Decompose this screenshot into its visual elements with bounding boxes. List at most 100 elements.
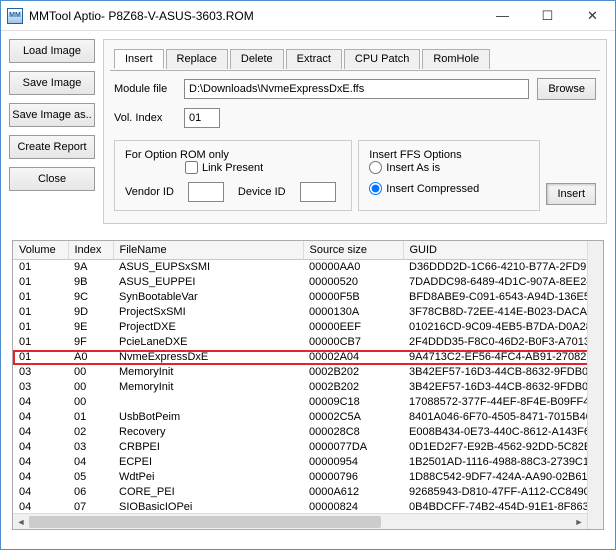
cell-guid: 1B2501AD-1116-4988-88C3-2739C1 (403, 455, 603, 470)
table-row[interactable]: 0409CpuS3Peim00001490C866BD71-7C79-4BF1-… (13, 530, 603, 531)
table-row[interactable]: 0404ECPEI000009541B2501AD-1116-4988-88C3… (13, 455, 603, 470)
cell-guid: 17088572-377F-44EF-8F4E-B09FF4 (403, 395, 603, 410)
maximize-button[interactable]: ☐ (525, 1, 570, 30)
cell-idx: 00 (68, 380, 113, 395)
cell-idx: A0 (68, 350, 113, 365)
col-source-size[interactable]: Source size (303, 241, 403, 260)
table-row[interactable]: 0406CORE_PEI0000A61292685943-D810-47FF-A… (13, 485, 603, 500)
table-row[interactable]: 019AASUS_EUPSxSMI00000AA0D36DDD2D-1C66-4… (13, 260, 603, 275)
device-id-label: Device ID (238, 186, 286, 198)
vol-index-input[interactable] (184, 108, 220, 128)
close-button[interactable]: Close (9, 167, 95, 191)
insert-compressed-radio[interactable] (369, 182, 382, 195)
cell-guid: 9A4713C2-EF56-4FC4-AB91-270825 (403, 350, 603, 365)
device-id-input[interactable] (300, 182, 336, 202)
cell-size: 00009C18 (303, 395, 403, 410)
table-row[interactable]: 01A0NvmeExpressDxE00002A049A4713C2-EF56-… (13, 350, 603, 365)
col-volume[interactable]: Volume (13, 241, 68, 260)
link-present-label: Link Present (202, 162, 263, 174)
vol-index-label: Vol. Index (114, 112, 176, 124)
app-icon: MM (7, 8, 23, 24)
cell-guid: BFD8ABE9-C091-6543-A94D-136E5 (403, 290, 603, 305)
table-row[interactable]: 0401UsbBotPeim00002C5A8401A046-6F70-4505… (13, 410, 603, 425)
col-guid[interactable]: GUID (403, 241, 603, 260)
table-row[interactable]: 0402Recovery000028C8E008B434-0E73-440C-8… (13, 425, 603, 440)
cell-size: 00002A04 (303, 350, 403, 365)
cell-file: CRBPEI (113, 440, 303, 455)
cell-idx: 06 (68, 485, 113, 500)
col-filename[interactable]: FileName (113, 241, 303, 260)
cell-file: SynBootableVar (113, 290, 303, 305)
cell-idx: 01 (68, 410, 113, 425)
cell-file: WdtPei (113, 470, 303, 485)
table-row[interactable]: 019DProjectSxSMI0000130A3F78CB8D-72EE-41… (13, 305, 603, 320)
cell-vol: 01 (13, 275, 68, 290)
cell-size: 0002B202 (303, 365, 403, 380)
tab-insert[interactable]: Insert (114, 49, 164, 69)
tab-extract[interactable]: Extract (286, 49, 342, 69)
load-image-button[interactable]: Load Image (9, 39, 95, 63)
cell-guid: 1D88C542-9DF7-424A-AA90-02B61F (403, 470, 603, 485)
table-row[interactable]: 019EProjectDXE00000EEF010216CD-9C09-4EB5… (13, 320, 603, 335)
cell-idx: 9A (68, 260, 113, 275)
table-row[interactable]: 019FPcieLaneDXE00000CB72F4DDD35-F8C0-46D… (13, 335, 603, 350)
col-index[interactable]: Index (68, 241, 113, 260)
scroll-thumb[interactable] (29, 516, 381, 528)
close-window-button[interactable]: ✕ (570, 1, 615, 30)
cell-file: PcieLaneDXE (113, 335, 303, 350)
vendor-id-input[interactable] (188, 182, 224, 202)
cell-file: CORE_PEI (113, 485, 303, 500)
table-row[interactable]: 0300MemoryInit0002B2023B42EF57-16D3-44CB… (13, 380, 603, 395)
cell-file: ProjectSxSMI (113, 305, 303, 320)
scroll-right-icon[interactable]: ► (571, 514, 587, 530)
browse-button[interactable]: Browse (537, 78, 596, 100)
window-title: MMTool Aptio- P8Z68-V-ASUS-3603.ROM (29, 9, 480, 23)
cell-file: ASUS_EUPPEI (113, 275, 303, 290)
insert-button[interactable]: Insert (546, 183, 596, 205)
tab-replace[interactable]: Replace (166, 49, 228, 69)
cell-idx: 9B (68, 275, 113, 290)
cell-vol: 04 (13, 395, 68, 410)
cell-guid: 3B42EF57-16D3-44CB-8632-9FDB0E (403, 365, 603, 380)
save-image-as-button[interactable]: Save Image as.. (9, 103, 95, 127)
cell-size: 00002C5A (303, 410, 403, 425)
cell-idx: 03 (68, 440, 113, 455)
cell-guid: 010216CD-9C09-4EB5-B7DA-D0A28 (403, 320, 603, 335)
cell-file: NvmeExpressDxE (113, 350, 303, 365)
cell-idx: 9D (68, 305, 113, 320)
cell-guid: D36DDD2D-1C66-4210-B77A-2FD9F (403, 260, 603, 275)
tab-delete[interactable]: Delete (230, 49, 284, 69)
ffs-options-legend: Insert FFS Options (369, 149, 461, 161)
cell-idx: 04 (68, 455, 113, 470)
cell-file: MemoryInit (113, 365, 303, 380)
table-row[interactable]: 0300MemoryInit0002B2023B42EF57-16D3-44CB… (13, 365, 603, 380)
horizontal-scrollbar[interactable]: ◄ ► (13, 513, 587, 529)
cell-guid: 8401A046-6F70-4505-8471-7015B40 (403, 410, 603, 425)
tab-rom-hole[interactable]: RomHole (422, 49, 490, 69)
cell-vol: 04 (13, 485, 68, 500)
table-row[interactable]: 0400 00009C1817088572-377F-44EF-8F4E-B09F… (13, 395, 603, 410)
vertical-scrollbar[interactable] (587, 241, 603, 529)
cell-guid: C866BD71-7C79-4BF1-A93B-066FA (403, 530, 603, 531)
cell-idx: 00 (68, 395, 113, 410)
cell-guid: 0D1ED2F7-E92B-4562-92DD-5C82E (403, 440, 603, 455)
minimize-button[interactable]: — (480, 1, 525, 30)
cell-size: 00000EEF (303, 320, 403, 335)
scroll-left-icon[interactable]: ◄ (13, 514, 29, 530)
tab-cpu-patch[interactable]: CPU Patch (344, 49, 420, 69)
table-row[interactable]: 019BASUS_EUPPEI000005207DADDC98-6489-4D1… (13, 275, 603, 290)
cell-idx: 9C (68, 290, 113, 305)
create-report-button[interactable]: Create Report (9, 135, 95, 159)
cell-idx: 09 (68, 530, 113, 531)
save-image-button[interactable]: Save Image (9, 71, 95, 95)
cell-size: 00001490 (303, 530, 403, 531)
cell-idx: 05 (68, 470, 113, 485)
link-present-checkbox[interactable] (185, 161, 198, 174)
cell-file: ProjectDXE (113, 320, 303, 335)
table-row[interactable]: 0405WdtPei000007961D88C542-9DF7-424A-AA9… (13, 470, 603, 485)
module-file-input[interactable] (184, 79, 529, 99)
insert-as-is-radio[interactable] (369, 161, 382, 174)
cell-vol: 01 (13, 305, 68, 320)
table-row[interactable]: 0403CRBPEI0000077DA0D1ED2F7-E92B-4562-92… (13, 440, 603, 455)
table-row[interactable]: 019CSynBootableVar00000F5BBFD8ABE9-C091-… (13, 290, 603, 305)
